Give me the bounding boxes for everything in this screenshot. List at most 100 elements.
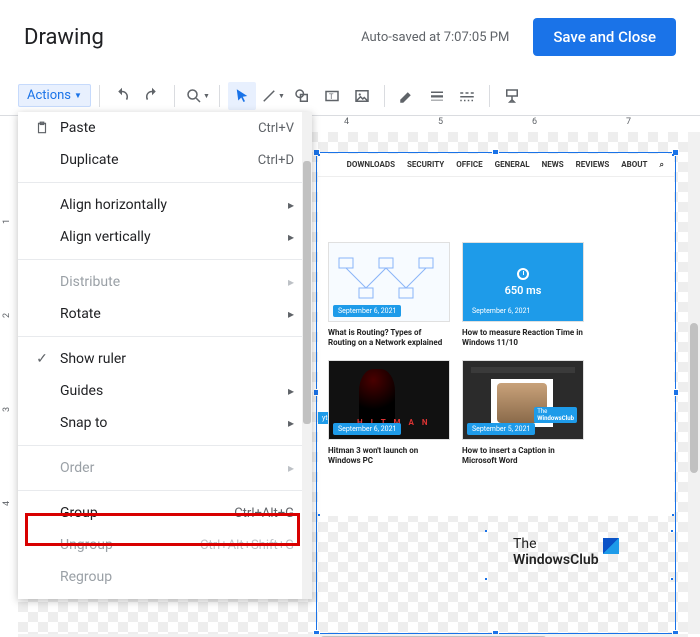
resize-handle[interactable] (492, 630, 499, 634)
menu-label: Regroup (60, 569, 294, 585)
save-and-close-button[interactable]: Save and Close (533, 18, 676, 56)
card-thumbnail: TheWindowsClub September 5, 2021 (462, 360, 584, 440)
menu-label: Ungroup (60, 537, 190, 553)
menu-label: Distribute (60, 274, 278, 290)
card-thumbnail: 650 ms September 6, 2021 (462, 242, 584, 322)
resize-handle[interactable] (318, 513, 321, 516)
chevron-right-icon: ▸ (288, 416, 294, 430)
resize-handle[interactable] (485, 530, 488, 533)
menu-label: Show ruler (60, 351, 294, 367)
scrollbar-thumb[interactable] (303, 161, 311, 424)
zoom-button[interactable]: ▼ (183, 82, 211, 110)
menu-item-align-vertically[interactable]: Align vertically ▸ (18, 221, 312, 253)
menu-scrollbar[interactable] (302, 112, 312, 599)
resize-handle[interactable] (671, 154, 674, 157)
card-thumbnail: September 6, 2021 (328, 242, 450, 322)
resize-handle[interactable] (670, 577, 673, 580)
menu-label: Align horizontally (60, 197, 278, 213)
paste-icon (34, 121, 50, 135)
dialog-title: Drawing (24, 25, 104, 50)
menu-item-align-horizontally[interactable]: Align horizontally ▸ (18, 189, 312, 221)
resize-handle[interactable] (671, 513, 674, 516)
menu-item-order: Order ▸ (18, 452, 312, 484)
chevron-right-icon: ▸ (288, 384, 294, 398)
menu-item-paste[interactable]: Paste Ctrl+V (18, 112, 312, 144)
menu-item-snap-to[interactable]: Snap to ▸ (18, 407, 312, 439)
chevron-right-icon: ▸ (288, 230, 294, 244)
actions-menu-button[interactable]: Actions ▼ (18, 84, 91, 107)
actions-label: Actions (27, 88, 71, 103)
border-dash-button[interactable] (453, 82, 481, 110)
resize-handle[interactable] (672, 630, 679, 634)
toolbar-separator (384, 85, 385, 107)
toolbar-separator (489, 85, 490, 107)
watermark-text: The WindowsClub (513, 536, 599, 568)
date-tag: September 6, 2021 (333, 423, 401, 435)
select-tool-button[interactable] (228, 82, 256, 110)
menu-separator (18, 445, 312, 446)
resize-handle[interactable] (485, 577, 488, 580)
menu-label: Paste (60, 120, 248, 136)
caret-down-icon: ▼ (278, 92, 284, 100)
menu-item-ungroup: Ungroup Ctrl+Alt+Shift+G (18, 529, 312, 561)
menu-item-group[interactable]: Group Ctrl+Alt+G (18, 497, 312, 529)
border-weight-button[interactable] (423, 82, 451, 110)
menu-shortcut: Ctrl+Alt+Shift+G (200, 538, 294, 553)
redo-button[interactable] (138, 82, 166, 110)
svg-text:T: T (329, 92, 334, 101)
menu-label: Order (60, 460, 278, 476)
toolbar-separator (174, 85, 175, 107)
menu-shortcut: Ctrl+Alt+G (234, 506, 294, 521)
caret-down-icon: ▼ (203, 92, 209, 100)
dialog-header: Drawing Auto-saved at 7:07:05 PM Save an… (0, 0, 700, 76)
menu-separator (18, 336, 312, 337)
actions-dropdown-menu: Paste Ctrl+V Duplicate Ctrl+D Align hori… (18, 112, 312, 599)
menu-label: Duplicate (60, 152, 248, 168)
card-thumbnail: H I T M A N September 6, 2021 (328, 360, 450, 440)
chevron-right-icon: ▸ (288, 461, 294, 475)
vertical-scrollbar[interactable] (688, 132, 700, 634)
toolbar: Actions ▼ ▼ ▼ T (0, 76, 700, 116)
latency-text: 650 ms (505, 284, 542, 297)
format-tool-button[interactable] (498, 82, 526, 110)
selected-image-1[interactable]: DOWNLOADS SECURITY OFFICE GENERAL NEWS R… (318, 154, 674, 516)
image-tool-button[interactable] (348, 82, 376, 110)
date-tag: September 6, 2021 (467, 305, 535, 317)
menu-item-distribute: Distribute ▸ (18, 266, 312, 298)
selection-inner-box (318, 154, 674, 516)
menu-separator (18, 182, 312, 183)
autosave-status: Auto-saved at 7:07:05 PM (361, 30, 509, 45)
menu-item-duplicate[interactable]: Duplicate Ctrl+D (18, 144, 312, 176)
shape-tool-button[interactable] (288, 82, 316, 110)
check-icon: ✓ (34, 351, 50, 367)
scrollbar-thumb[interactable] (690, 323, 698, 474)
vertical-ruler: 1 2 3 4 (0, 132, 18, 634)
watermark-logo-icon (603, 538, 619, 554)
clock-icon (517, 268, 529, 280)
menu-item-rotate[interactable]: Rotate ▸ (18, 298, 312, 330)
menu-label: Rotate (60, 306, 278, 322)
date-tag: September 6, 2021 (333, 305, 401, 317)
toolbar-separator (99, 85, 100, 107)
undo-button[interactable] (108, 82, 136, 110)
menu-separator (18, 259, 312, 260)
resize-handle[interactable] (313, 630, 320, 634)
menu-separator (18, 490, 312, 491)
textbox-tool-button[interactable]: T (318, 82, 346, 110)
menu-label: Guides (60, 383, 278, 399)
resize-handle[interactable] (670, 530, 673, 533)
line-tool-button[interactable]: ▼ (258, 82, 286, 110)
resize-handle[interactable] (318, 154, 321, 157)
menu-label: Group (60, 505, 224, 521)
selected-image-2[interactable]: The WindowsClub (485, 530, 673, 580)
toolbar-separator (219, 85, 220, 107)
menu-label: Align vertically (60, 229, 278, 245)
border-color-button[interactable] (393, 82, 421, 110)
menu-item-guides[interactable]: Guides ▸ (18, 375, 312, 407)
caret-down-icon: ▼ (74, 91, 82, 100)
menu-item-show-ruler[interactable]: ✓ Show ruler (18, 343, 312, 375)
chevron-right-icon: ▸ (288, 275, 294, 289)
date-tag: September 5, 2021 (467, 423, 535, 435)
chevron-right-icon: ▸ (288, 198, 294, 212)
drawing-dialog: Drawing Auto-saved at 7:07:05 PM Save an… (0, 0, 700, 637)
